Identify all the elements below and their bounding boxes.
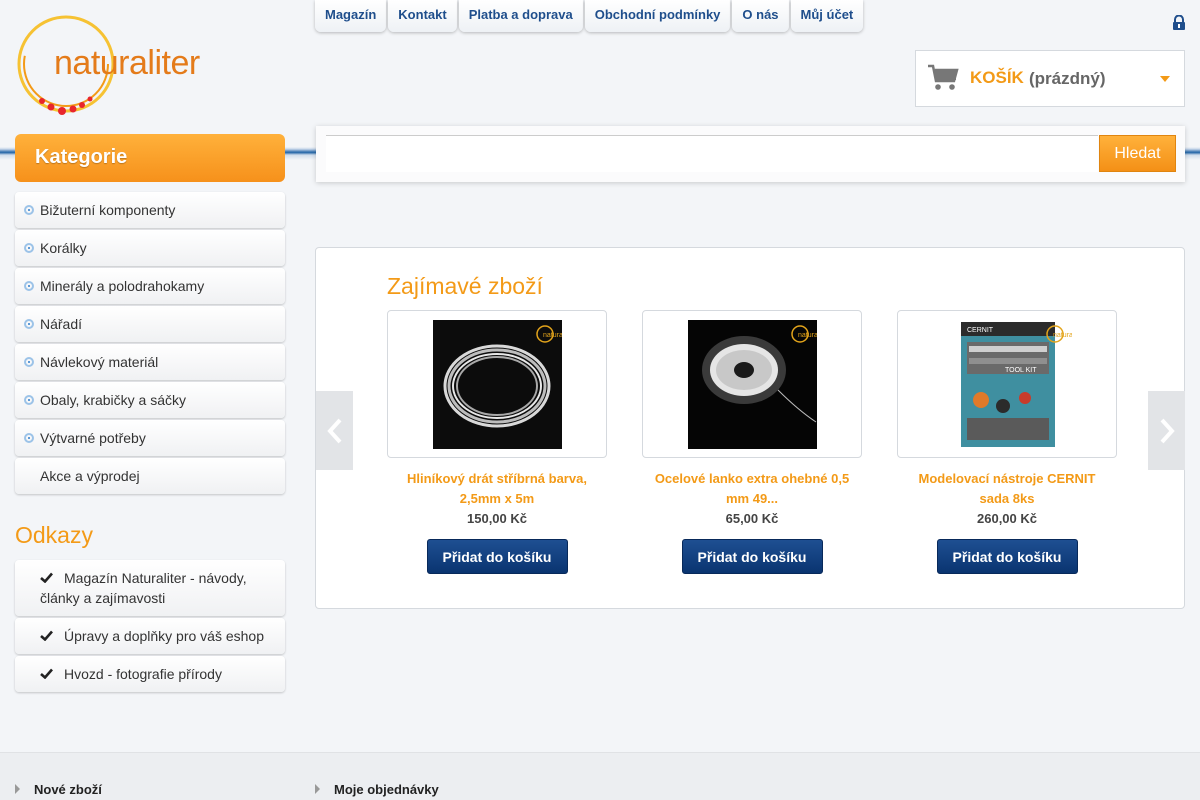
- links-title: Odkazy: [15, 522, 93, 548]
- category-list: Bižuterní komponenty Korálky Minerály a …: [15, 192, 285, 496]
- category-item[interactable]: Korálky: [15, 230, 285, 266]
- nav-magazin[interactable]: Magazín: [315, 0, 387, 32]
- search-button[interactable]: Hledat: [1099, 135, 1176, 172]
- circle-bullet-icon: [24, 243, 34, 253]
- add-to-cart-button[interactable]: Přidat do košíku: [426, 539, 568, 574]
- product-name[interactable]: Modelovací nástroje CERNIT sada 8ks: [897, 469, 1117, 509]
- featured-title: Zajímavé zboží: [387, 273, 543, 299]
- category-item[interactable]: Obaly, krabičky a sáčky: [15, 382, 285, 418]
- circle-bullet-icon: [24, 433, 34, 443]
- svg-text:naturaliter: naturaliter: [543, 332, 562, 339]
- cernit-tool-kit-icon: CERNIT TOOL KIT naturaliter: [960, 321, 1072, 447]
- search-bar: Hledat: [316, 126, 1185, 182]
- link-label: Hvozd - fotografie přírody: [64, 666, 222, 682]
- nav-obchodni-podminky[interactable]: Obchodní podmínky: [584, 0, 731, 32]
- cart-icon: [928, 64, 959, 90]
- circle-bullet-icon: [24, 205, 34, 215]
- add-to-cart-button[interactable]: Přidat do košíku: [936, 539, 1078, 574]
- category-label: Nářadí: [40, 316, 83, 332]
- check-icon: [40, 668, 53, 679]
- product-card: CERNIT TOOL KIT naturaliter Modelovací n…: [897, 310, 1117, 574]
- category-label: Návlekový materiál: [40, 354, 159, 370]
- product-price: 150,00 Kč: [467, 511, 527, 526]
- circle-bullet-icon: [24, 281, 34, 291]
- circle-bullet-icon: [24, 357, 34, 367]
- product-name[interactable]: Hliníkový drát stříbrná barva, 2,5mm x 5…: [387, 469, 607, 509]
- svg-text:TOOL KIT: TOOL KIT: [1005, 367, 1037, 374]
- nav-o-nas[interactable]: O nás: [732, 0, 789, 32]
- category-item[interactable]: Návlekový materiál: [15, 344, 285, 380]
- category-label: Obaly, krabičky a sáčky: [40, 392, 187, 408]
- lock-icon[interactable]: [1172, 15, 1186, 31]
- category-label: Akce a výprodej: [40, 468, 140, 484]
- logo-text: naturaliter: [54, 44, 200, 82]
- chevron-right-icon: [1160, 418, 1175, 443]
- svg-text:CERNIT: CERNIT: [967, 327, 994, 334]
- category-label: Výtvarné potřeby: [40, 430, 146, 446]
- category-label: Minerály a polodrahokamy: [40, 278, 205, 294]
- link-item[interactable]: Úpravy a doplňky pro váš eshop: [15, 618, 285, 654]
- category-label: Bižuterní komponenty: [40, 202, 176, 218]
- silver-wire-coil-icon: naturaliter: [432, 319, 562, 449]
- caret-right-icon: [315, 784, 320, 794]
- category-item[interactable]: Minerály a polodrahokamy: [15, 268, 285, 304]
- circle-bullet-icon: [24, 319, 34, 329]
- link-label: Úpravy a doplňky pro váš eshop: [64, 628, 264, 644]
- product-name[interactable]: Ocelové lanko extra ohebné 0,5 mm 49...: [642, 469, 862, 509]
- cart-status: (prázdný): [1029, 69, 1106, 88]
- svg-text:naturaliter: naturaliter: [798, 332, 817, 339]
- category-label: Korálky: [40, 240, 87, 256]
- category-item[interactable]: Bižuterní komponenty: [15, 192, 285, 228]
- product-image[interactable]: naturaliter: [387, 310, 607, 458]
- categories-title: Kategorie: [15, 134, 285, 182]
- footer: Nové zboží Moje objednávky: [0, 752, 1200, 800]
- link-item[interactable]: Magazín Naturaliter - návody, články a z…: [15, 560, 285, 616]
- svg-text:naturaliter: naturaliter: [1053, 332, 1072, 339]
- featured-products: Zajímavé zboží naturaliter Hliníkový drá…: [315, 247, 1185, 609]
- product-price: 65,00 Kč: [725, 511, 779, 526]
- footer-link-my-orders[interactable]: Moje objednávky: [334, 782, 439, 797]
- link-label: Magazín Naturaliter - návody, články a z…: [40, 570, 247, 606]
- circle-bullet-icon: [24, 395, 34, 405]
- category-item-sale[interactable]: Akce a výprodej: [15, 458, 285, 494]
- logo[interactable]: naturaliter: [14, 14, 200, 118]
- footer-link-new-products[interactable]: Nové zboží: [34, 782, 102, 797]
- product-card: naturaliter Hliníkový drát stříbrná barv…: [387, 310, 607, 574]
- caret-right-icon: [15, 784, 20, 794]
- category-item[interactable]: Výtvarné potřeby: [15, 420, 285, 456]
- nav-platba-doprava[interactable]: Platba a doprava: [458, 0, 583, 32]
- cart-title: KOŠÍK: [970, 68, 1024, 87]
- links-list: Magazín Naturaliter - návody, články a z…: [15, 560, 285, 694]
- carousel-next-button[interactable]: [1148, 391, 1185, 470]
- cart-widget[interactable]: KOŠÍK (prázdný): [915, 50, 1185, 107]
- chevron-left-icon: [326, 418, 341, 443]
- product-price: 260,00 Kč: [977, 511, 1037, 526]
- nav-kontakt[interactable]: Kontakt: [388, 0, 457, 32]
- carousel-prev-button[interactable]: [316, 391, 353, 470]
- check-icon: [40, 630, 53, 641]
- product-image[interactable]: naturaliter: [642, 310, 862, 458]
- add-to-cart-button[interactable]: Přidat do košíku: [681, 539, 823, 574]
- category-item[interactable]: Nářadí: [15, 306, 285, 342]
- check-icon: [40, 572, 53, 583]
- cart-dropdown-icon[interactable]: [1160, 76, 1170, 82]
- product-image[interactable]: CERNIT TOOL KIT naturaliter: [897, 310, 1117, 458]
- product-card: naturaliter Ocelové lanko extra ohebné 0…: [642, 310, 862, 574]
- steel-cable-spool-icon: naturaliter: [687, 319, 817, 449]
- search-input[interactable]: [326, 135, 1098, 172]
- top-nav: Magazín Kontakt Platba a doprava Obchodn…: [315, 0, 864, 32]
- link-item[interactable]: Hvozd - fotografie přírody: [15, 656, 285, 692]
- nav-muj-ucet[interactable]: Můj účet: [790, 0, 864, 32]
